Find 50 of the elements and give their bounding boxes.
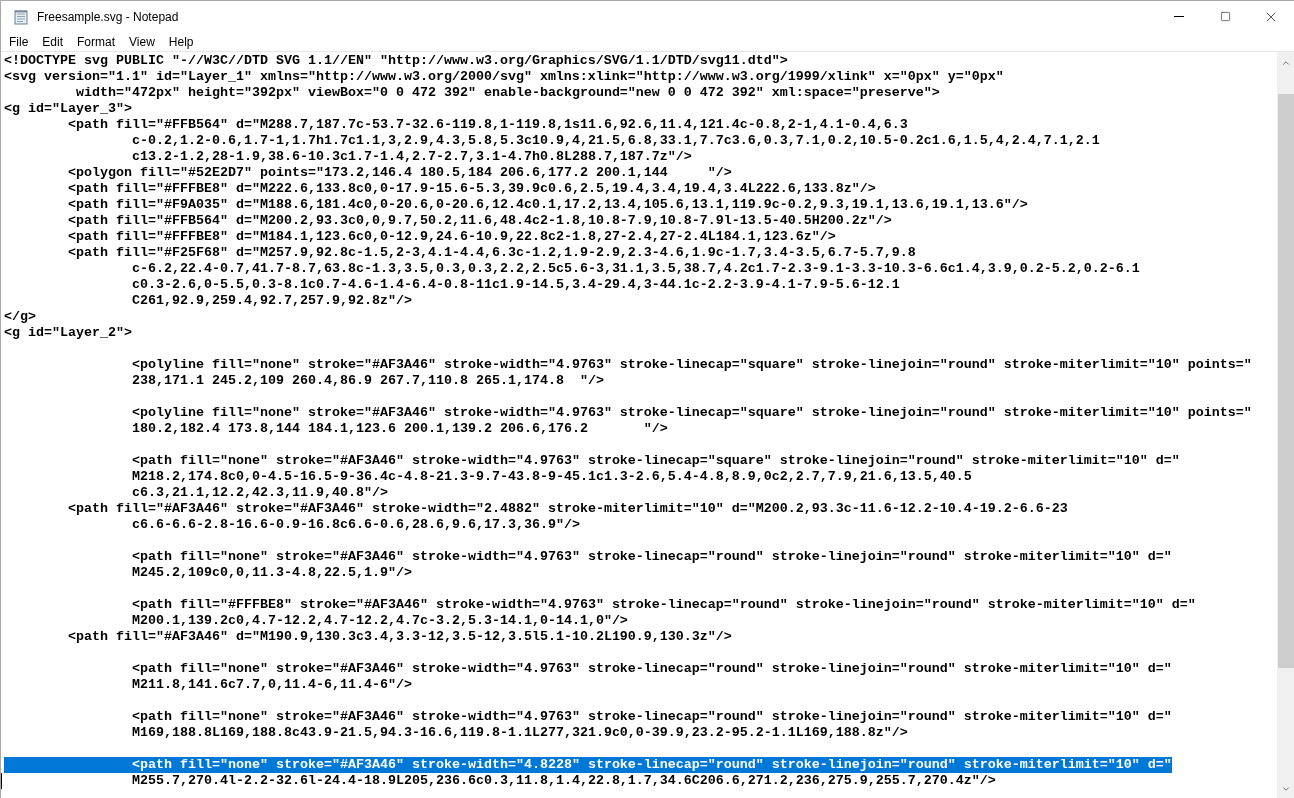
code-line: c-6.2,22.4-0.7,41.7-8.7,63.8c-1.3,3.5,0.3,0.3,2.2,2.5c5.6-3,31.1,3.5,38.7,4.2c1.7-2.3-9.1-3.3-10.3-6.6c1.4,3.9,0.2-5.2,0.2-6.1 [131,261,1140,277]
scrollbar-thumb[interactable] [1277,94,1294,668]
window-title: Freesample.svg - Notepad [37,8,179,26]
code-line: <svg version="1.1" id="Layer_1" xmlns="http://www.w3.org/2000/svg" xmlns:xlink="http://www.w3.org/1999/xlink" x="0px" y="0px" [4,69,1004,85]
code-line: M255.7,270.4l-2.2-32.6l-24.4-18.9L205,236.6c0.3,11.8,1.4,22.8,1.7,34.6C206.6,271.2,236,275.9,255.7,270.4z"/> [1,773,996,789]
menu-item[interactable]: Help [161,32,201,51]
menu-item[interactable]: Format [70,32,123,51]
vertical-scrollbar[interactable] [1277,52,1294,798]
menu-item[interactable]: File [2,32,36,51]
code-line: <g id="Layer_2"> [4,325,132,341]
scroll-down-icon[interactable] [1280,784,1291,794]
code-line: <path fill="none" stroke="#AF3A46" stroke-width="4.9763" stroke-linecap="round" stroke-linejoin="round" stroke-miterlimit="10" d=" [131,549,1172,565]
code-line: <polyline fill="none" stroke="#AF3A46" stroke-width="4.9763" stroke-linecap="square" stroke-linejoin="round" stroke-miterlimit="10" points=" [131,357,1252,373]
code-line: <path fill="none" stroke="#AF3A46" stroke-width="4.9763" stroke-linecap="round" stroke-linejoin="round" stroke-miterlimit="10" d=" [131,709,1172,725]
code-line: <path fill="#F9A035" d="M188.6,181.4c0,0-20.6,0-20.6,12.4c0.1,17.2,13.4,105.6,13.1,119.9c-0.2,9.3,19.1,13.6,19.1,13.6"/> [67,197,1028,213]
code-line: <path fill="none" stroke="#AF3A46" stroke-width="4.9763" stroke-linecap="round" stroke-linejoin="round" stroke-miterlimit="10" d=" [131,661,1172,677]
code-line: <path fill="#FFB564" d="M288.7,187.7c-53.7-32.6-119.8,1-119.8,1s11.6,92.6,11.4,121.4c-0.8,2-1,4.1-0.4,6.3 [67,117,908,133]
code-line: c13.2-1.2,28-1.9,38.6-10.3c1.7-1.4,2.7-2.7,3.1-4.7h0.8L288.7,187.7z"/> [131,149,692,165]
code-line: M169,188.8L169,188.8c43.9-21.5,94.3-16.6,119.8-1.1L277,321.9c0,0-39.9,23.2-95.2-1.1L169,188.8z"/> [131,725,908,741]
code-line: <polyline fill="none" stroke="#AF3A46" stroke-width="4.9763" stroke-linecap="square" stroke-linejoin="round" stroke-miterlimit="10" points=" [131,405,1252,421]
code-line: M245.2,109c0,0,11.3-4.8,22.5,1.9"/> [131,565,412,581]
minimize-icon [1174,16,1184,17]
code-line: <path fill="#FFFBE8" d="M222.6,133.8c0,0-17.9-15.6-5.3,39.9c0.6,2.5,19.4,3.4,19.4,3.4L222.6,133.8z"/> [67,181,876,197]
code-line: c6.3,21.1,12.2,42.3,11.9,40.8"/> [131,485,388,501]
code-line: C261,92.9,259.4,92.7,257.9,92.8z"/> [131,293,412,309]
code-line: c-0.2,1.2-0.6,1.7-1,1.7h1.7c1.1,3,2.9,4.3,5.8,5.3c10.9,4,21.5,6.8,33.1,7.7c3.6,0.3,7.1,0.2,10.5-0.2c1.6,1.5,4,2.4,7.1,2.1 [131,133,1100,149]
code-line: c0.3-2.6,0-5.5,0.3-8.1c0.7-4.6-1.4-6.4-0.8-11c1.9-14.5,3.4-29.4,3-44.1c-2.2-3.9-4.1-7.9-5.6-12.1 [131,277,900,293]
code-line: <path fill="#FFB564" d="M200.2,93.3c0,0,9.7,50.2,11.6,48.4c2-1.8,10.8-7.9,10.8-7.9l-13.5-40.5H200.2z"/> [67,213,892,229]
code-line: <path fill="none" stroke="#AF3A46" stroke-width="4.9763" stroke-linecap="square" stroke-linejoin="round" stroke-miterlimit="10" d=" [131,453,1180,469]
menu-item[interactable]: View [122,32,162,51]
menu-item[interactable]: Edit [35,32,71,51]
code-line: <path fill="#FFFBE8" d="M184.1,123.6c0,0-12.9,24.6-10.9,22.8c2-1.8,27-2.4,27-2.4L184.1,123.6z"/> [67,229,836,245]
code-line: M211.8,141.6c7.7,0,11.4-6,11.4-6"/> [131,677,412,693]
code-line: <path fill="#F25F68" d="M257.9,92.8c-1.5,2-3,4.1-4.4,6.3c-1.2,1.9-2.9,2.3-4.6,1.9c-1.7,3.4-3.5,6.7-5.7,9.8 [67,245,916,261]
maximize-icon [1219,11,1231,22]
scroll-up-icon[interactable] [1280,58,1291,68]
notepad-icon [13,8,29,25]
code-line: <path fill="#AF3A46" d="M190.9,130.3c3.4,3.3-12,3.5-12,3.5l5.1-10.2L190.9,130.3z"/> [67,629,732,645]
code-line: <path fill="#FFFBE8" stroke="#AF3A46" stroke-width="4.9763" stroke-linecap="round" stroke-linejoin="round" stroke-miterlimit="10" d=" [131,597,1196,613]
code-line: width="472px" height="392px" viewBox="0 0 472 392" enable-background="new 0 0 472 392" xml:space="preserve"> [75,85,940,101]
code-line: <polygon fill="#52E2D7" points="173.2,146.4 180.5,184 206.6,177.2 200.1,144 "/> [67,165,732,181]
code-line: <g id="Layer_3"> [4,101,132,117]
code-line: 180.2,182.4 173.8,144 184.1,123.6 200.1,139.2 206.6,176.2 "/> [131,421,668,437]
code-line: <path fill="#AF3A46" stroke="#AF3A46" stroke-width="2.4882" stroke-miterlimit="10" d="M200.2,93.3c-11.6-12.2-10.4-19.2-6.6-23 [67,501,1068,517]
code-line: 238,171.1 245.2,109 260.4,86.9 267.7,110.8 265.1,174.8 "/> [131,373,604,389]
code-line: <!DOCTYPE svg PUBLIC "-//W3C//DTD SVG 1.1//EN" "http://www.w3.org/Graphics/SVG/1.1/DTD/svg11.dtd"> [4,53,788,69]
code-line: c6.6-6.6-2.8-16.6-0.9-16.8c6.6-0.6,28.6,9.6,17.3,36.9"/> [131,517,580,533]
code-line: M200.1,139.2c0,4.7-12.2,4.7-12.2,4.7c-3.2,5.3-14.1,0-14.1,0"/> [131,613,628,629]
code-line: </g> [4,309,36,325]
code-line: M218.2,174.8c0,0-4.5-16.5-9-36.4c-4.8-21.3-9.7-43.8-9-45.1c1.3-2.6,5.4-4.8,8.9,0c2,2.7,7.9,21.6,13.5,40.5 [131,469,972,485]
